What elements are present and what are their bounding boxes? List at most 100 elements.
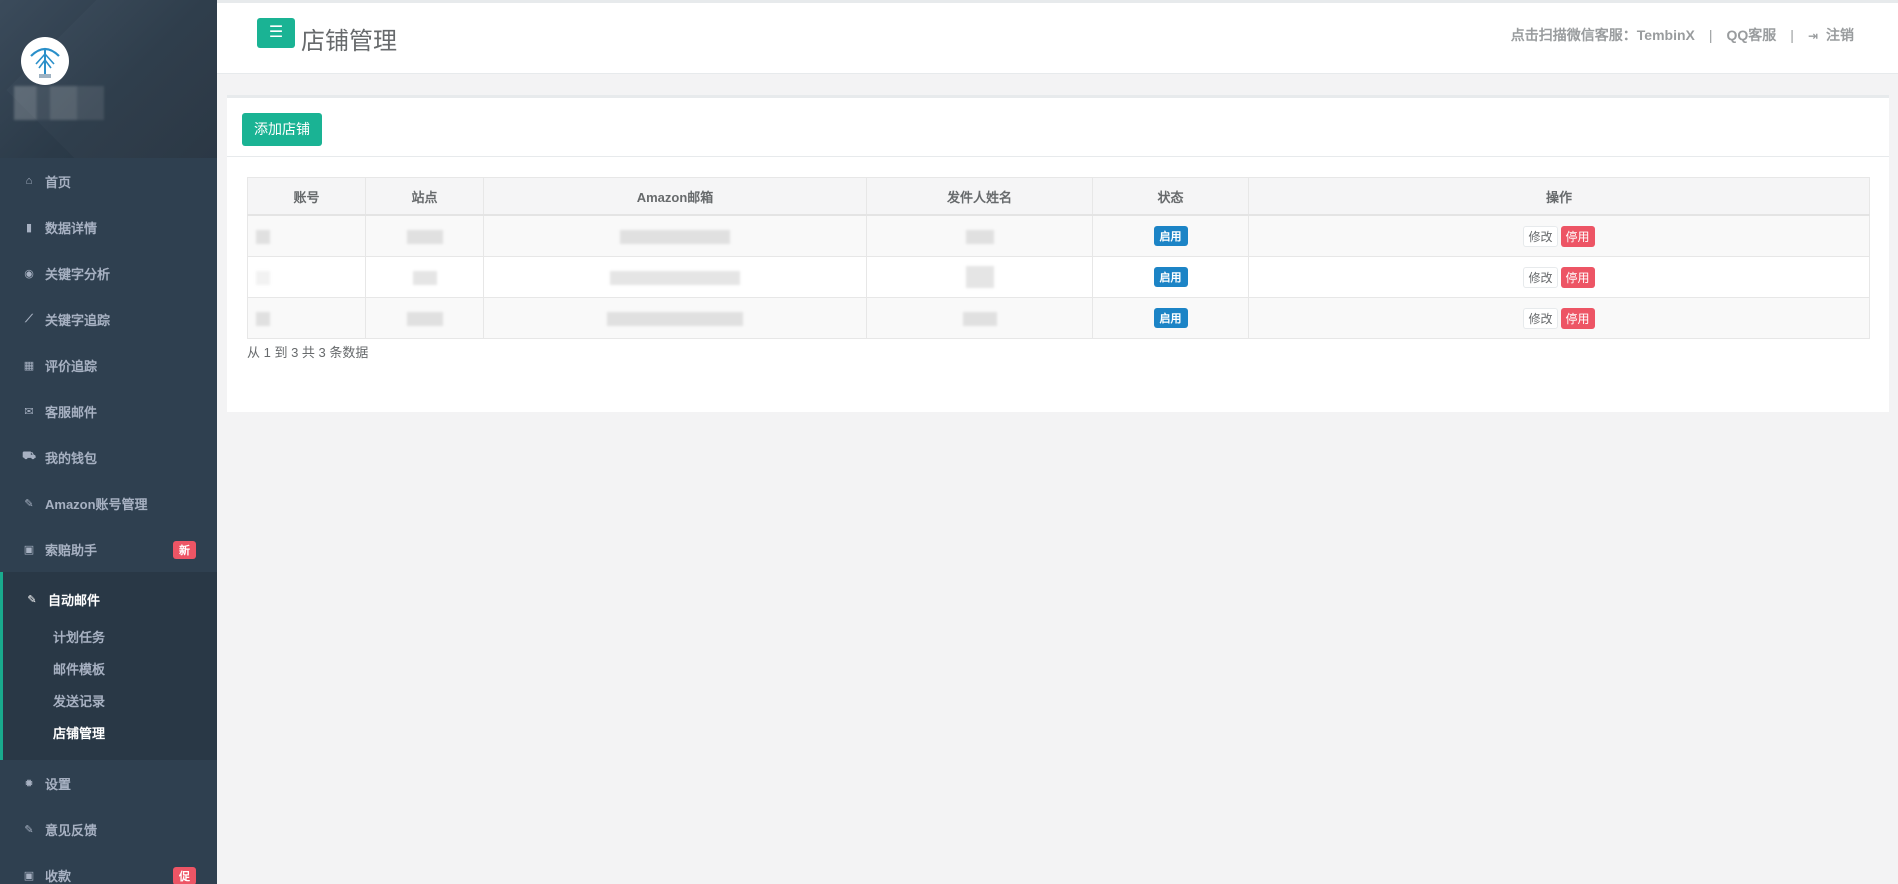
logout-link[interactable]: ⇥ 注销 <box>1808 25 1854 45</box>
sender-name-cell-redacted <box>866 256 1093 298</box>
sidebar-item-label: 自动邮件 <box>48 592 101 608</box>
column-header-account[interactable]: 账号 <box>247 177 366 216</box>
pagination-info: 从 1 到 3 共 3 条数据 <box>247 345 369 360</box>
sidebar-item-wallet[interactable]: ⛟ 我的钱包 <box>0 434 217 480</box>
sidebar-item-auto-email[interactable]: ✎ 自动邮件 <box>3 576 217 622</box>
logo-icon <box>30 47 60 78</box>
sidebar-item-label: 索赔助手 <box>45 542 98 558</box>
menu-toggle-button[interactable]: ☰ <box>257 18 295 48</box>
site-cell-redacted <box>365 256 484 298</box>
new-badge: 新 <box>173 541 196 559</box>
cart-icon: ⛟ <box>22 450 36 462</box>
add-store-button[interactable]: 添加店铺 <box>242 113 322 146</box>
table-header-row: 账号 站点 Amazon邮箱 发件人姓名 状态 操作 <box>247 177 1870 216</box>
separator: | <box>1708 27 1713 43</box>
sidebar-item-settings[interactable]: ✹ 设置 <box>0 760 217 806</box>
sidebar-nav: ⌂ 首页 ▮ 数据详情 ◉ 关键字分析 ⟋ 关键字追踪 ▦ 评价追踪 ✉ 客服邮… <box>0 158 217 884</box>
profile-name-redacted <box>14 86 104 120</box>
email-cell-redacted <box>483 214 867 257</box>
sidebar-subitem-send-records[interactable]: 发送记录 <box>3 686 217 718</box>
table-row: 启用 修改 停用 <box>247 297 1870 339</box>
account-cell-redacted <box>247 214 366 257</box>
column-header-sender-name[interactable]: 发件人姓名 <box>866 177 1093 216</box>
email-cell-redacted <box>483 297 867 339</box>
column-header-status[interactable]: 状态 <box>1092 177 1249 216</box>
profile-header <box>0 0 217 158</box>
status-cell: 启用 <box>1092 256 1249 298</box>
status-label: 启用 <box>1153 308 1188 328</box>
column-header-amazon-email[interactable]: Amazon邮箱 <box>483 177 867 216</box>
disable-button[interactable]: 停用 <box>1560 266 1595 288</box>
status-cell: 启用 <box>1092 297 1249 339</box>
panel-toolbar: 添加店铺 <box>227 98 1889 157</box>
line-chart-icon: ⟋ <box>25 312 33 325</box>
envelope-icon: ✉ <box>24 405 34 418</box>
wechat-service-label: 点击扫描微信客服： <box>1510 27 1637 43</box>
sender-name-cell-redacted <box>866 214 1093 257</box>
account-cell-redacted <box>247 256 366 298</box>
table-icon: ▦ <box>23 359 35 372</box>
edit-icon: ✎ <box>24 823 34 836</box>
actions-cell: 修改 停用 <box>1248 256 1870 298</box>
sidebar-group-auto-email: ✎ 自动邮件 计划任务 邮件模板 发送记录 店铺管理 <box>0 572 217 760</box>
store-management-panel: 添加店铺 账号 站点 Amazon邮箱 发件人姓名 状态 操作 启用 修改停用 <box>227 95 1889 412</box>
column-header-actions[interactable]: 操作 <box>1248 177 1870 216</box>
sidebar-item-keyword-analysis[interactable]: ◉ 关键字分析 <box>0 250 217 296</box>
target-icon: ◉ <box>24 267 34 280</box>
home-icon: ⌂ <box>25 175 33 187</box>
top-navbar: ☰ 店铺管理 点击扫描微信客服： TembinX | QQ客服 | ⇥ 注销 <box>217 0 1898 74</box>
sidebar-item-label: 设置 <box>45 776 72 792</box>
sidebar-item-label: 客服邮件 <box>45 404 98 420</box>
money-icon: ▣ <box>23 543 35 556</box>
email-cell-redacted <box>483 256 867 298</box>
status-label: 启用 <box>1153 267 1188 287</box>
sidebar-item-data-details[interactable]: ▮ 数据详情 <box>0 204 217 250</box>
site-cell-redacted <box>365 297 484 339</box>
disable-button[interactable]: 停用 <box>1560 225 1595 247</box>
promo-badge: 促 <box>173 867 196 884</box>
status-label: 启用 <box>1153 226 1188 246</box>
money-icon: ▣ <box>23 869 35 882</box>
sidebar-subitem-email-templates[interactable]: 邮件模板 <box>3 654 217 686</box>
sidebar-item-payment[interactable]: ▣ 收款 促 <box>0 852 217 884</box>
wechat-service-link[interactable]: TembinX <box>1637 27 1695 43</box>
edit-button[interactable]: 修改 <box>1523 225 1558 247</box>
sidebar-item-label: 评价追踪 <box>45 358 98 374</box>
sign-out-icon: ⇥ <box>1807 29 1818 43</box>
sidebar-subitem-store-management[interactable]: 店铺管理 <box>3 718 217 750</box>
edit-icon: ✎ <box>27 593 37 606</box>
sidebar: ⌂ 首页 ▮ 数据详情 ◉ 关键字分析 ⟋ 关键字追踪 ▦ 评价追踪 ✉ 客服邮… <box>0 0 217 884</box>
status-cell: 启用 <box>1092 214 1249 257</box>
sidebar-item-label: 收款 <box>45 868 72 884</box>
edit-button[interactable]: 修改 <box>1523 307 1558 329</box>
sender-name-cell-redacted <box>866 297 1093 339</box>
qq-service-link[interactable]: QQ客服 <box>1727 25 1777 45</box>
actions-cell: 修改 停用 <box>1248 214 1870 257</box>
sidebar-item-label: Amazon账号管理 <box>45 496 148 512</box>
sidebar-item-feedback[interactable]: ✎ 意见反馈 <box>0 806 217 852</box>
edit-button[interactable]: 修改 <box>1523 266 1558 288</box>
sidebar-item-home[interactable]: ⌂ 首页 <box>0 158 217 204</box>
sidebar-item-label: 我的钱包 <box>45 450 98 466</box>
edit-icon: ✎ <box>24 497 34 510</box>
sidebar-item-label: 关键字分析 <box>45 266 111 282</box>
sidebar-item-label: 意见反馈 <box>45 822 98 838</box>
column-header-site[interactable]: 站点 <box>365 177 484 216</box>
sidebar-item-claim-assistant[interactable]: ▣ 索赔助手 新 <box>0 526 217 572</box>
sidebar-item-label: 关键字追踪 <box>45 312 111 328</box>
disable-button[interactable]: 停用 <box>1560 307 1595 329</box>
account-cell-redacted <box>247 297 366 339</box>
sidebar-item-amazon-accounts[interactable]: ✎ Amazon账号管理 <box>0 480 217 526</box>
sidebar-subitem-scheduled-tasks[interactable]: 计划任务 <box>3 622 217 654</box>
table-row: 启用 修改 停用 <box>247 214 1870 257</box>
sidebar-item-service-email[interactable]: ✉ 客服邮件 <box>0 388 217 434</box>
top-right-links: 点击扫描微信客服： TembinX | QQ客服 | ⇥ 注销 <box>1511 25 1854 45</box>
store-table: 账号 站点 Amazon邮箱 发件人姓名 状态 操作 启用 修改 停用 启用 修… <box>247 177 1870 339</box>
actions-cell: 修改 停用 <box>1248 297 1870 339</box>
sidebar-item-keyword-tracking[interactable]: ⟋ 关键字追踪 <box>0 296 217 342</box>
site-cell-redacted <box>365 214 484 257</box>
sidebar-item-label: 数据详情 <box>45 220 98 236</box>
avatar[interactable] <box>21 37 69 85</box>
sidebar-item-review-tracking[interactable]: ▦ 评价追踪 <box>0 342 217 388</box>
bar-chart-icon: ▮ <box>25 221 33 234</box>
